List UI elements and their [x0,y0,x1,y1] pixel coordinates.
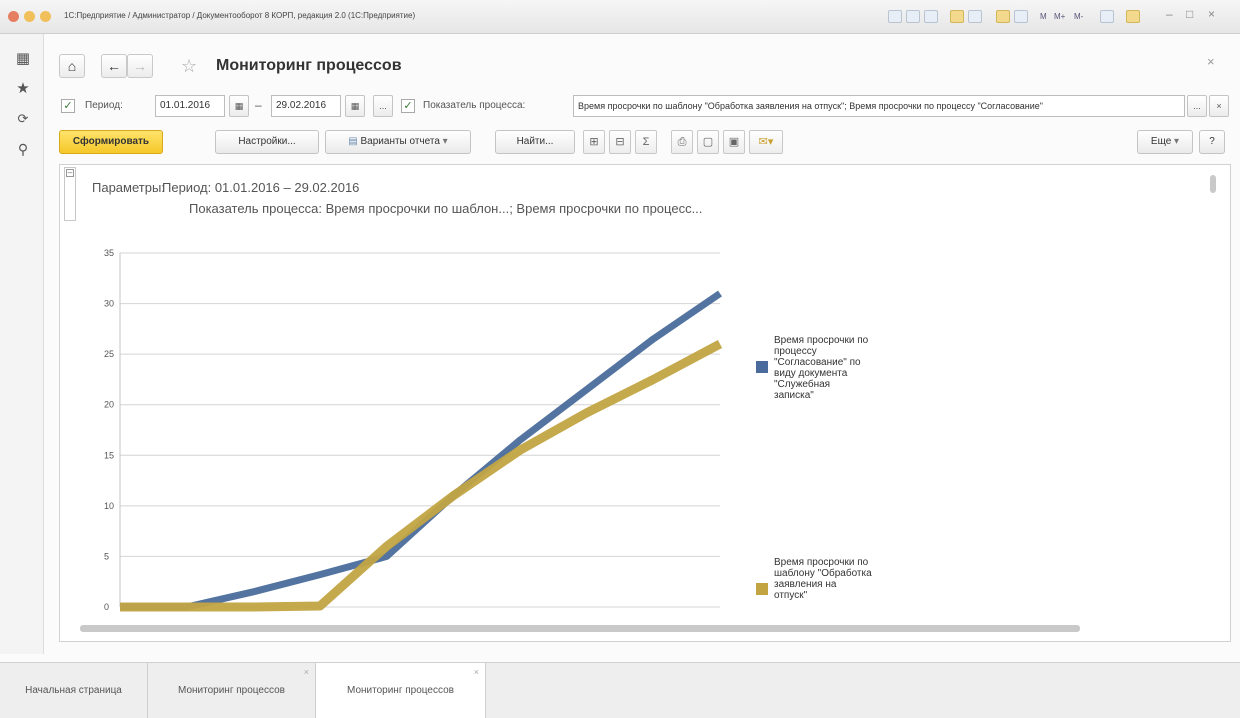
memory-plus-button[interactable]: M+ [1054,12,1065,21]
tools-icon[interactable] [968,10,982,23]
variants-icon: ▤ [348,136,361,147]
y-tick-label: 30 [104,299,114,309]
y-tick-label: 20 [104,400,114,410]
tools-icon[interactable] [1014,10,1028,23]
params-indicator: Показатель процесса: Время просрочки по … [189,201,703,216]
favorites-star-icon[interactable]: ★ [14,80,32,98]
tab-label: Мониторинг процессов [347,685,454,696]
application-window: 1С:Предприятие / Администратор / Докумен… [0,0,1240,718]
send-menu-icon[interactable]: ✉▾ [749,130,783,154]
group-collapse-handle[interactable]: – [64,167,76,221]
tools-icon[interactable] [924,10,938,23]
period-to-field[interactable]: 29.02.2016 [271,95,341,117]
collapse-icon[interactable]: – [66,169,74,177]
series-line [120,290,722,611]
help-button[interactable]: ? [1199,130,1225,154]
params-label: Параметры: [92,180,165,195]
period-label: Период: [85,100,123,111]
page-title: Мониторинг процессов [216,57,402,74]
params-period: Период: 01.01.2016 – 29.02.2016 [162,180,360,195]
report-toolbar: Сформировать Настройки... ▤ Варианты отч… [59,130,1229,156]
search-icon[interactable]: ⚲ [14,140,32,158]
history-icon[interactable]: ⟳ [14,110,32,128]
legend-swatch [756,583,768,595]
sum-icon[interactable]: Σ [635,130,657,154]
sections-panel: ▦ ★ ⟳ ⚲ [0,34,44,654]
calendar-icon[interactable]: ▦ [345,95,365,117]
close-icon[interactable]: × [1208,7,1215,21]
tools-icon[interactable] [1126,10,1140,23]
indicator-select-button[interactable]: ... [1187,95,1207,117]
y-tick-label: 15 [104,450,114,460]
open-windows-bar: Начальная страница Мониторинг процессов … [0,662,1240,718]
y-tick-label: 5 [104,551,109,561]
print-icon[interactable]: ⎙ [671,130,693,154]
tab-close-icon[interactable]: × [304,667,309,677]
memory-button[interactable]: M [1040,12,1047,21]
indicator-field[interactable]: Время просрочки по шаблону "Обработка за… [573,95,1185,117]
tools-icon[interactable] [888,10,902,23]
series-line [120,340,723,612]
legend-label: Время просрочки по процессу "Согласование"… [774,335,869,401]
memory-minus-button[interactable]: M- [1074,12,1083,21]
report-form: ⌂ ← → ☆ Мониторинг процессов × ✓ Период:… [45,34,1240,654]
tab-home-page[interactable]: Начальная страница [0,663,148,718]
app-logo-icon [24,11,35,22]
tools-icon[interactable] [950,10,964,23]
tab-process-monitoring[interactable]: Мониторинг процессов × [148,663,316,718]
period-dash: – [255,98,262,112]
y-tick-label: 25 [104,349,114,359]
indicator-label: Показатель процесса: [423,100,526,111]
apps-grid-icon[interactable]: ▦ [14,50,32,68]
line-chart: 0 5 10 15 20 25 30 35 Время просрочки по процессу… [80,225,920,625]
vertical-scrollbar[interactable] [1210,175,1216,193]
horizontal-scrollbar[interactable] [80,625,1080,632]
period-select-button[interactable]: ... [373,95,393,117]
generate-button[interactable]: Сформировать [59,130,163,154]
period-checkbox[interactable]: ✓ [61,99,75,113]
forward-arrow-icon[interactable]: → [127,54,153,78]
tab-label: Начальная страница [25,685,122,696]
legend-swatch [756,361,768,373]
indicator-clear-button[interactable]: × [1209,95,1229,117]
tab-process-monitoring-active[interactable]: Мониторинг процессов × [316,663,486,718]
tab-label: Мониторинг процессов [178,685,285,696]
maximize-icon[interactable]: □ [1186,7,1193,21]
minimize-icon[interactable]: – [1166,7,1173,21]
form-close-icon[interactable]: × [1207,54,1215,69]
preview-icon[interactable]: ▢ [697,130,719,154]
chevron-down-icon: ▾ [439,136,448,147]
expand-groups-icon[interactable]: ⊞ [583,130,605,154]
chart-canvas: 0 5 10 15 20 25 30 35 Время просрочки по процессу… [104,248,872,612]
period-from-field[interactable]: 01.01.2016 [155,95,225,117]
settings-button[interactable]: Настройки... [215,130,319,154]
tools-icon[interactable] [1100,10,1114,23]
y-tick-label: 35 [104,248,114,258]
legend-label: Время просрочки по шаблону "Обработка заяв… [774,557,872,601]
back-arrow-icon[interactable]: ← [101,54,127,78]
y-tick-label: 10 [104,501,114,511]
y-tick-label: 0 [104,602,109,612]
tools-icon[interactable] [906,10,920,23]
more-label: Еще [1150,136,1172,147]
more-button[interactable]: Еще ▾ [1137,130,1193,154]
window-title: 1С:Предприятие / Администратор / Докумен… [64,11,416,20]
save-icon[interactable]: ▣ [723,130,745,154]
title-bar: 1С:Предприятие / Администратор / Докумен… [0,0,1240,34]
report-area: – Параметры: Период: 01.01.2016 – 29.02.… [59,164,1231,642]
find-button[interactable]: Найти... [495,130,575,154]
home-icon[interactable]: ⌂ [59,54,85,78]
main-menu-icon[interactable] [40,11,51,22]
tools-icon[interactable] [996,10,1010,23]
chevron-down-icon: ▾ [1171,136,1180,147]
add-to-favorites-icon[interactable]: ☆ [181,54,197,78]
app-menu-icon[interactable] [8,11,19,22]
tab-close-icon[interactable]: × [474,667,479,677]
calendar-icon[interactable]: ▦ [229,95,249,117]
filter-row: ✓ Период: 01.01.2016 ▦ – 29.02.2016 ▦ ..… [59,94,1229,120]
indicator-checkbox[interactable]: ✓ [401,99,415,113]
report-variants-button[interactable]: ▤ Варианты отчета ▾ [325,130,471,154]
report-variants-label: Варианты отчета [360,136,440,147]
collapse-groups-icon[interactable]: ⊟ [609,130,631,154]
